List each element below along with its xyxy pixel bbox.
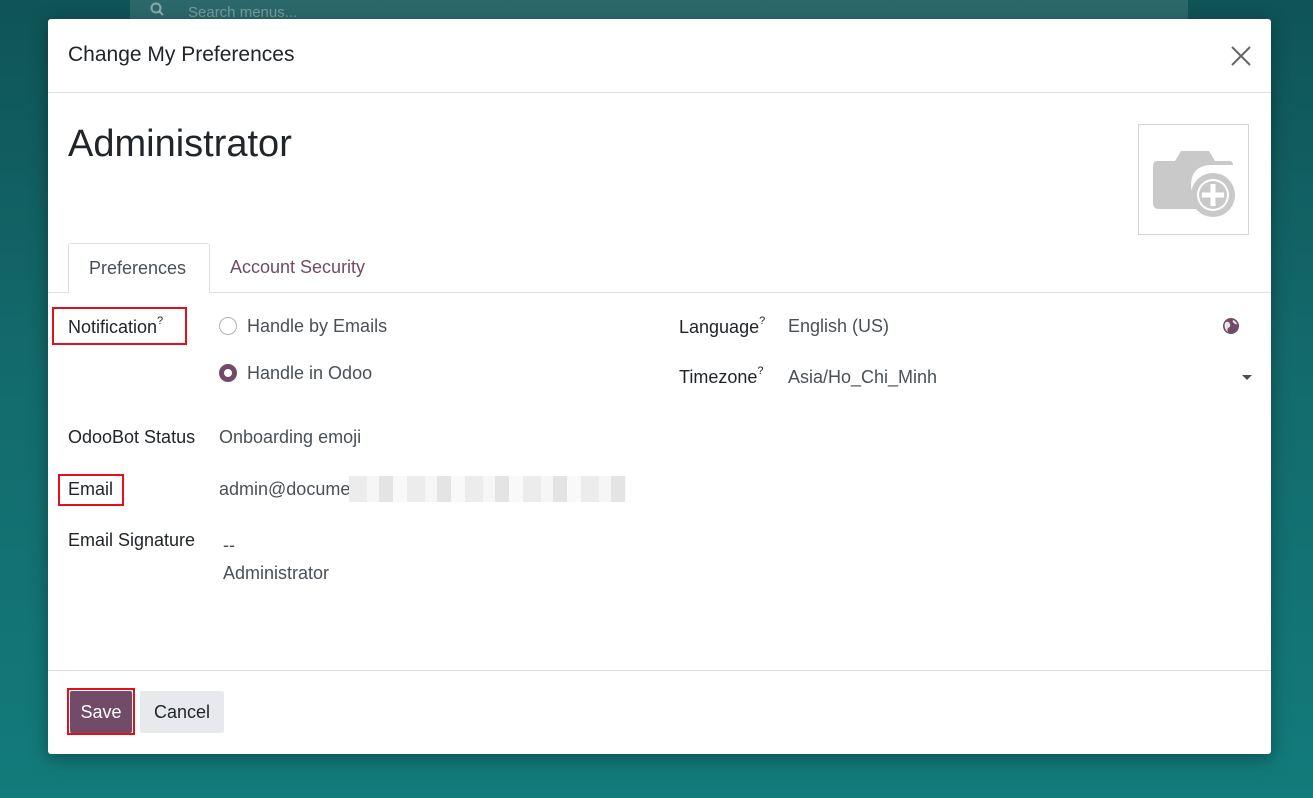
dialog-footer: Save Cancel (48, 670, 1271, 754)
cancel-button[interactable]: Cancel (140, 691, 224, 733)
notification-label: Notification? (68, 315, 164, 337)
language-label: Language? (679, 315, 766, 337)
timezone-help-icon[interactable]: ? (757, 365, 763, 377)
save-button[interactable]: Save (70, 691, 132, 733)
email-signature-line2[interactable]: Administrator (223, 563, 329, 584)
tab-bar: Preferences Account Security (48, 243, 1271, 294)
odoobot-status-label: OdooBot Status (68, 427, 196, 447)
caret-down-icon[interactable] (1242, 375, 1252, 380)
email-signature-label: Email Signature (68, 530, 196, 550)
language-value: English (US) (788, 316, 890, 336)
email-redacted-block (349, 476, 626, 502)
dialog-title: Change My Preferences (68, 43, 295, 66)
radio-handle-by-emails[interactable] (219, 317, 237, 335)
odoobot-status-value[interactable]: Onboarding emoji (219, 427, 361, 448)
tab-preferences[interactable]: Preferences (68, 243, 210, 294)
close-icon[interactable] (1229, 44, 1253, 68)
dialog-header: Change My Preferences (48, 19, 1271, 93)
radio-handle-by-emails-label[interactable]: Handle by Emails (247, 316, 387, 337)
search-icon (150, 2, 164, 16)
record-name: Administrator (68, 123, 292, 165)
email-label: Email (68, 479, 114, 499)
radio-handle-in-odoo-label[interactable]: Handle in Odoo (247, 363, 372, 384)
preferences-dialog: Change My Preferences Administrator Pref… (48, 19, 1271, 754)
timezone-select[interactable]: Asia/Ho_Chi_Minh (788, 367, 937, 388)
globe-icon[interactable] (1222, 317, 1240, 335)
email-signature-line1[interactable]: -- (223, 535, 235, 556)
notification-help-icon[interactable]: ? (157, 315, 163, 327)
timezone-label: Timezone? (679, 365, 764, 387)
email-field[interactable]: admin@docume (219, 479, 350, 500)
camera-plus-icon (1153, 151, 1235, 217)
avatar-upload[interactable] (1138, 124, 1249, 235)
tab-account-security[interactable]: Account Security (210, 243, 385, 293)
radio-handle-in-odoo[interactable] (219, 364, 237, 382)
language-help-icon[interactable]: ? (759, 315, 765, 327)
